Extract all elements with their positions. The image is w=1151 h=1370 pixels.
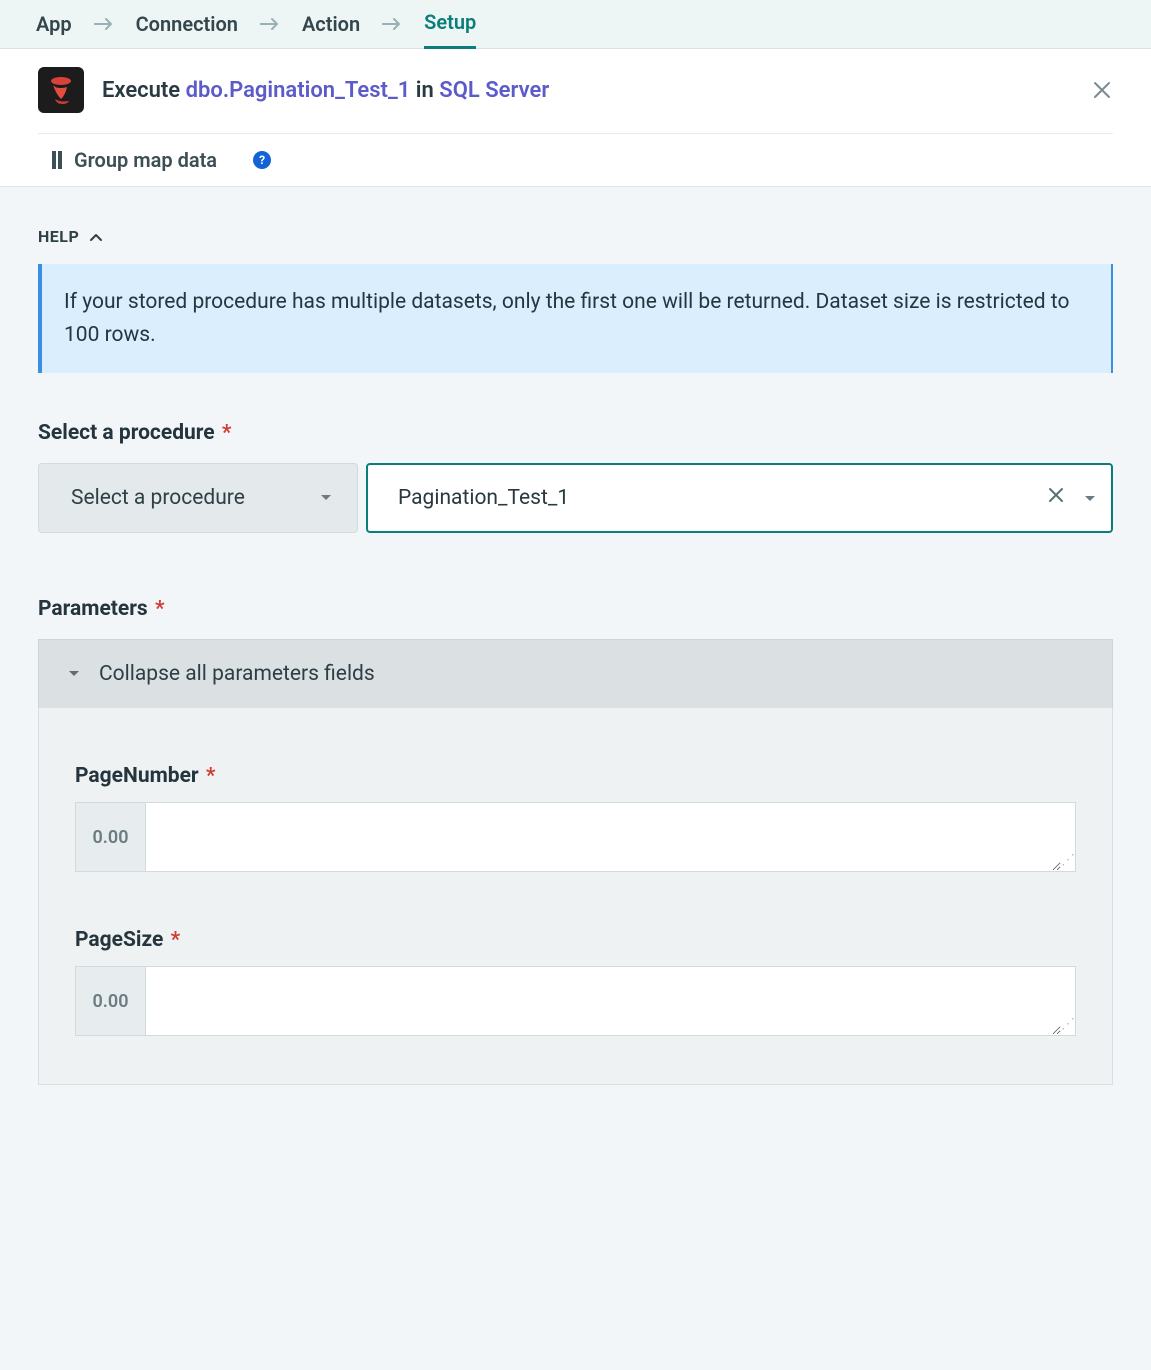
help-banner-text: If your stored procedure has multiple da… xyxy=(64,290,1069,347)
sql-server-icon xyxy=(38,67,84,113)
step-action[interactable]: Action xyxy=(302,12,360,48)
title-app-link[interactable]: SQL Server xyxy=(439,78,549,103)
resize-handle-icon: ⋰ xyxy=(1061,855,1073,869)
resize-handle-icon: ⋰ xyxy=(1061,1019,1073,1033)
param-key-text: PageNumber xyxy=(75,764,199,788)
numeric-type-icon: 0.00 xyxy=(76,803,146,871)
required-marker: * xyxy=(206,764,216,788)
title-verb: Execute xyxy=(102,78,180,103)
param-input-pagesize: 0.00 ⋰ xyxy=(75,966,1076,1036)
help-label-text: HELP xyxy=(38,227,79,246)
procedure-value-text: Pagination_Test_1 xyxy=(398,486,569,510)
procedure-label-text: Select a procedure xyxy=(38,421,215,445)
required-marker: * xyxy=(155,597,165,621)
step-app[interactable]: App xyxy=(36,12,72,48)
clear-icon[interactable] xyxy=(1047,486,1065,510)
required-marker: * xyxy=(222,421,232,445)
help-banner: If your stored procedure has multiple da… xyxy=(38,264,1113,373)
help-section-toggle[interactable]: HELP xyxy=(38,227,103,246)
help-tooltip-icon[interactable]: ? xyxy=(253,151,271,169)
divider xyxy=(38,133,1113,134)
card-title: Execute dbo.Pagination_Test_1 in SQL Ser… xyxy=(102,78,549,103)
chevron-up-icon xyxy=(89,232,103,242)
step-connection[interactable]: Connection xyxy=(136,12,238,48)
parameters-collapse-label: Collapse all parameters fields xyxy=(99,662,375,686)
numeric-type-icon: 0.00 xyxy=(76,967,146,1035)
procedure-selector-button[interactable]: Select a procedure xyxy=(38,463,358,533)
parameters-label-text: Parameters xyxy=(38,597,148,621)
procedure-selector-label: Select a procedure xyxy=(71,486,245,510)
procedure-value-input[interactable]: Pagination_Test_1 xyxy=(366,463,1113,533)
group-map-label[interactable]: Group map data xyxy=(74,148,217,172)
required-marker: * xyxy=(171,928,181,952)
chevron-right-icon xyxy=(260,17,280,31)
procedure-field-label: Select a procedure * xyxy=(38,421,1113,445)
group-map-icon xyxy=(52,151,62,169)
param-label-pagesize: PageSize * xyxy=(75,928,1076,952)
param-textarea-pagesize[interactable] xyxy=(146,967,1061,1035)
param-input-pagenumber: 0.00 ⋰ xyxy=(75,802,1076,872)
caret-down-icon xyxy=(67,669,81,679)
content-area: HELP If your stored procedure has multip… xyxy=(0,187,1151,1145)
wizard-stepper: App Connection Action Setup xyxy=(0,0,1151,49)
param-textarea-pagenumber[interactable] xyxy=(146,803,1061,871)
caret-down-icon xyxy=(319,493,333,503)
chevron-right-icon xyxy=(382,17,402,31)
parameters-collapse-header[interactable]: Collapse all parameters fields xyxy=(38,639,1113,708)
parameters-body: PageNumber * 0.00 ⋰ PageSize * 0.00 ⋰ xyxy=(38,708,1113,1085)
close-icon[interactable] xyxy=(1091,79,1113,101)
parameters-field-label: Parameters * xyxy=(38,597,1113,621)
param-key-text: PageSize xyxy=(75,928,163,952)
chevron-right-icon xyxy=(94,17,114,31)
title-join: in xyxy=(416,78,434,103)
step-setup[interactable]: Setup xyxy=(424,10,476,49)
title-card: Execute dbo.Pagination_Test_1 in SQL Ser… xyxy=(0,49,1151,187)
caret-down-icon[interactable] xyxy=(1083,486,1097,510)
param-label-pagenumber: PageNumber * xyxy=(75,764,1076,788)
title-procedure-link[interactable]: dbo.Pagination_Test_1 xyxy=(186,78,411,103)
